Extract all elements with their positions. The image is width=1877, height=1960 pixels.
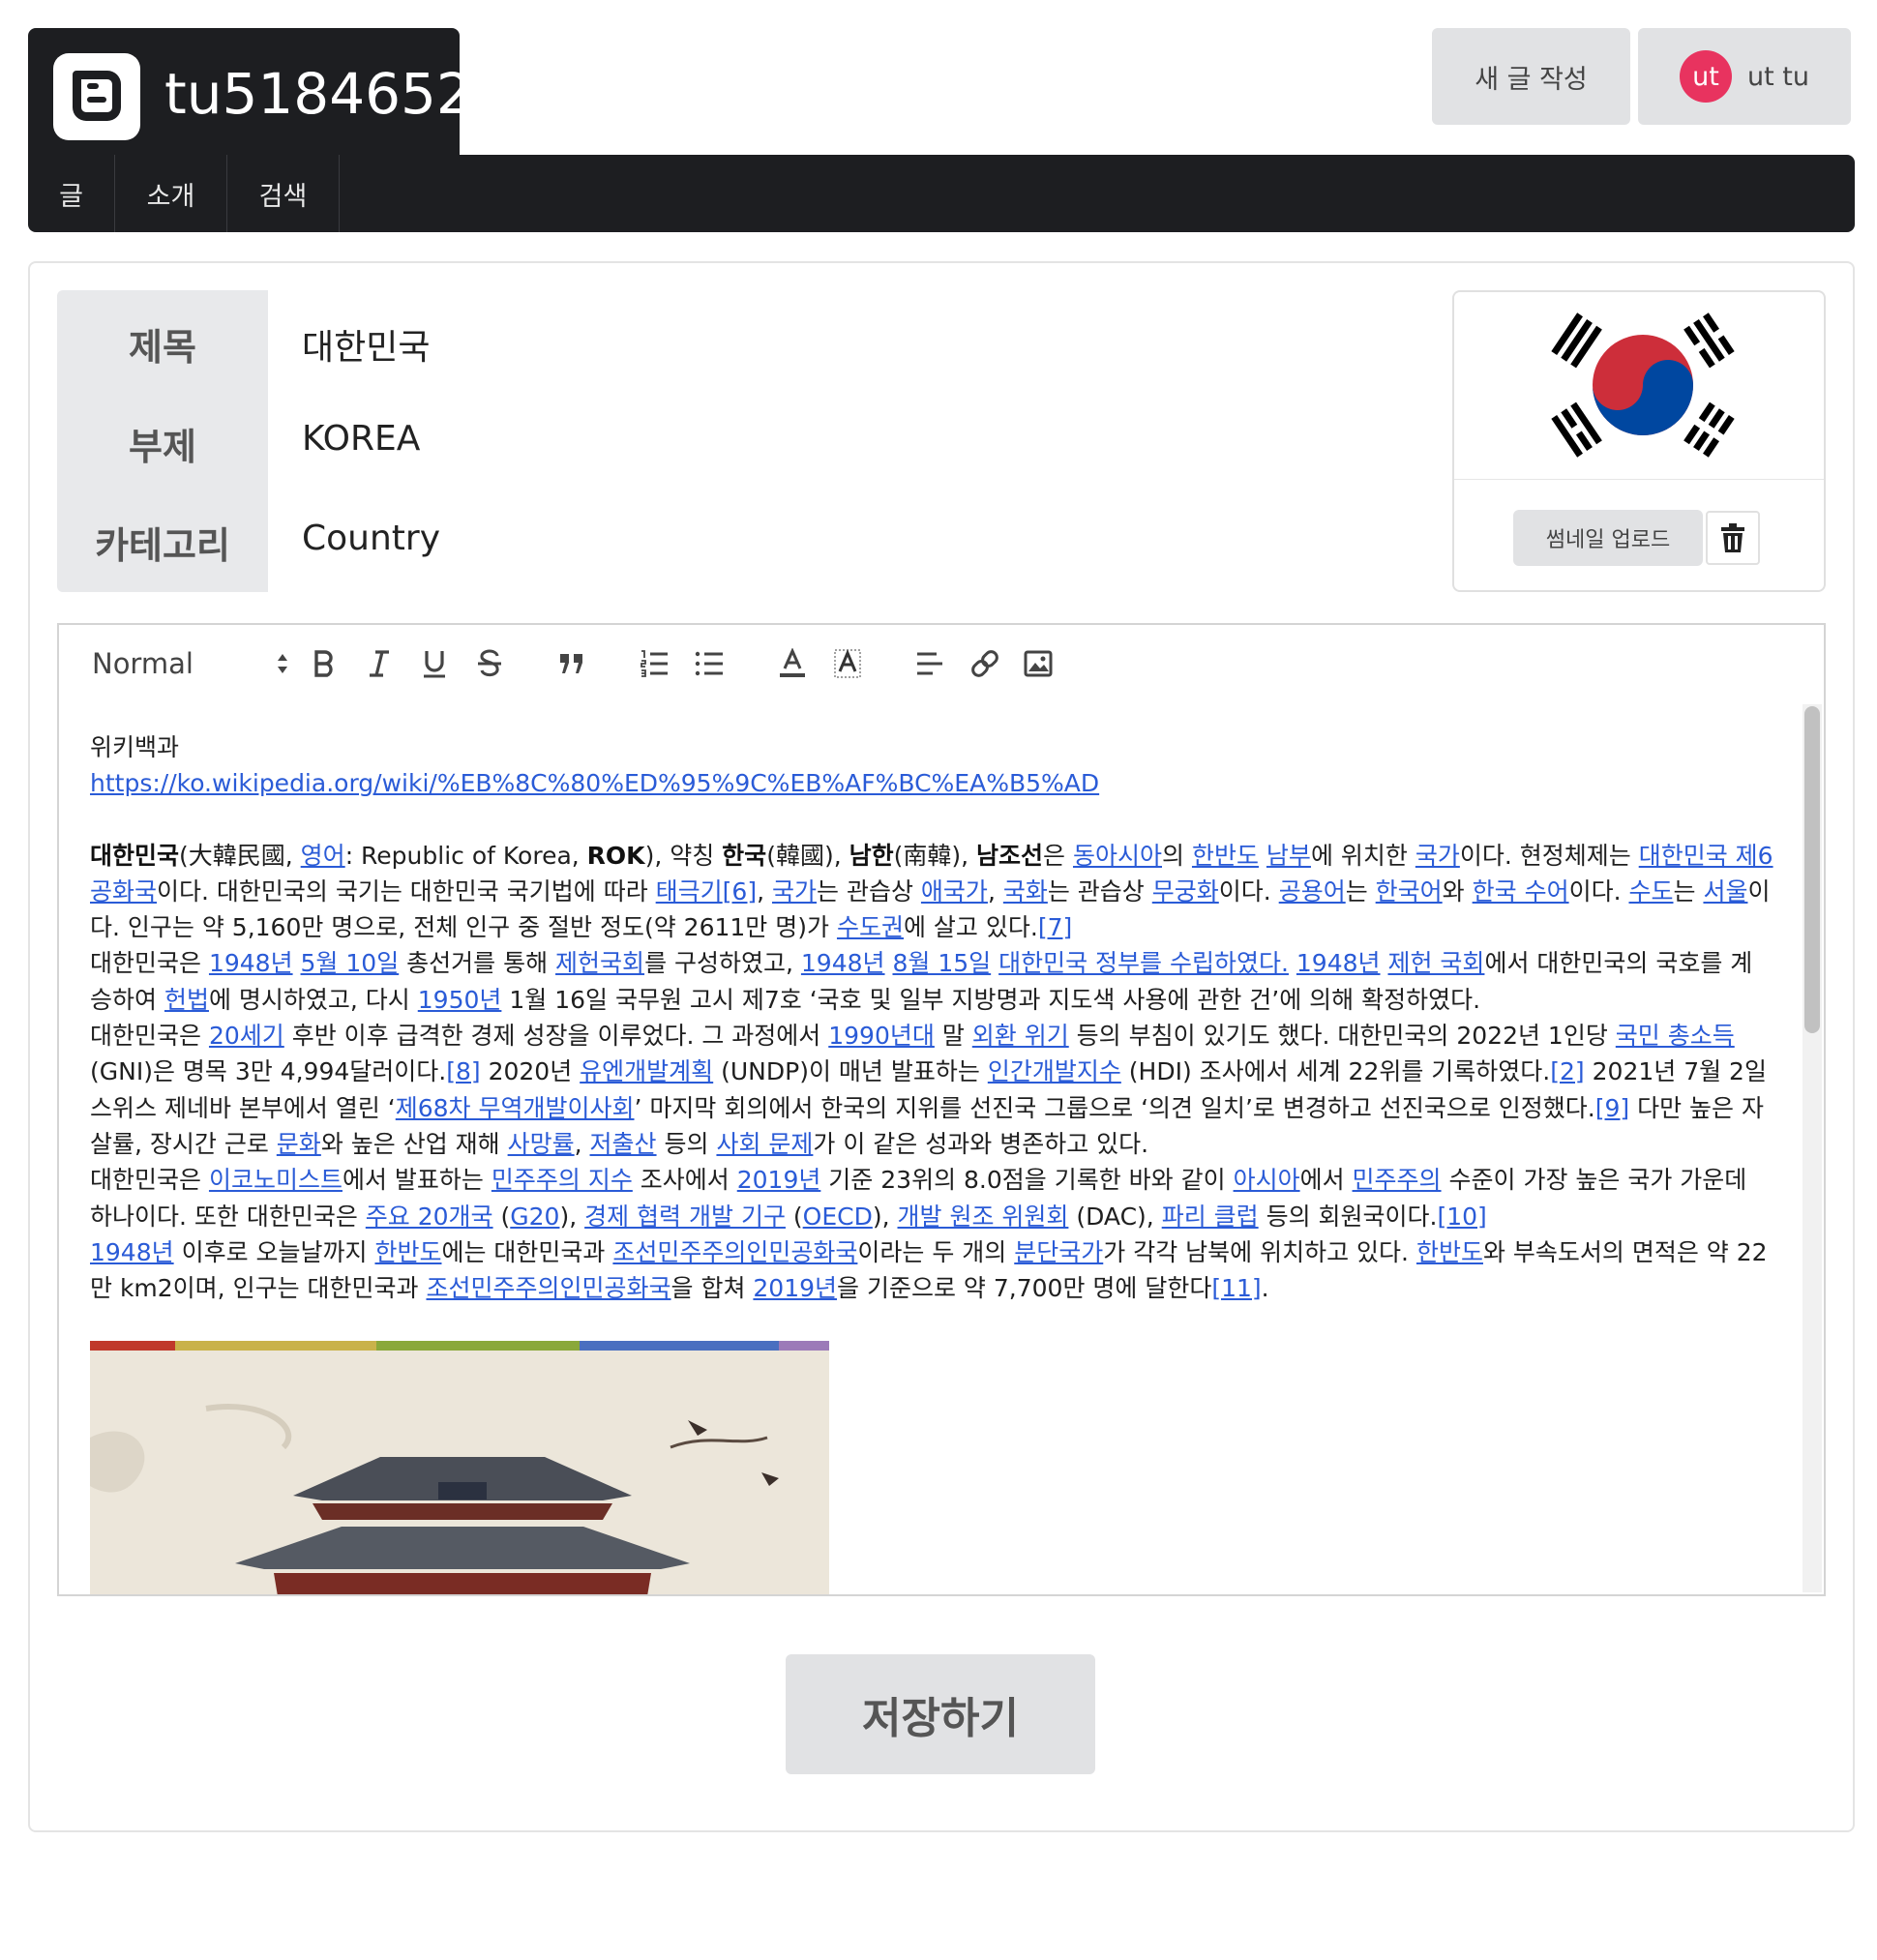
article-paragraph: 대한민국은 이코노미스트에서 발표하는 민주주의 지수 조사에서 2019년 기… <box>90 1166 1747 1231</box>
blog-title[interactable]: tu5184652 <box>164 55 472 133</box>
source-name: 위키백과 <box>90 733 180 761</box>
nav-item-posts[interactable]: 글 <box>28 155 115 232</box>
category-input[interactable]: Country <box>302 519 440 558</box>
article-paragraph: 대한민국은 20세기 후반 이후 급격한 경제 성장을 이루었다. 그 과정에서… <box>90 1022 1767 1158</box>
article-paragraph: 대한민국은 1948년 5월 10일 총선거를 통해 제헌국회를 구성하였고, … <box>90 949 1753 1014</box>
subtitle-input[interactable]: KOREA <box>302 419 420 459</box>
background-color-icon[interactable] <box>826 642 869 685</box>
main-nav: 글 소개 검색 <box>28 155 1855 232</box>
avatar: ut <box>1680 50 1732 103</box>
bold-icon[interactable] <box>303 642 345 685</box>
blockquote-icon[interactable] <box>551 642 593 685</box>
category-label: 카테고리 <box>95 524 230 567</box>
thumbnail-panel: 썸네일 업로드 <box>1452 290 1826 592</box>
source-link[interactable]: https://ko.wikipedia.org/wiki/%EB%8C%80%… <box>90 769 1099 797</box>
trash-icon[interactable] <box>1706 511 1760 565</box>
article-paragraph: 대한민국(大韓民國, 영어: Republic of Korea, ROK), … <box>90 841 1773 942</box>
editor-toolbar: Normal <box>57 623 1826 704</box>
align-left-icon[interactable] <box>909 642 951 685</box>
save-button[interactable]: 저장하기 <box>786 1654 1095 1774</box>
editor-scrollbar[interactable] <box>1803 704 1822 1592</box>
image-icon[interactable] <box>1017 642 1059 685</box>
article-paragraph: 1948년 이후로 오늘날까지 한반도에는 대한민국과 조선민주주의인민공화국이… <box>90 1237 1768 1303</box>
format-select-value: Normal <box>92 647 194 680</box>
select-arrows-icon <box>278 654 287 673</box>
thumbnail-image <box>1454 292 1824 480</box>
underline-icon[interactable] <box>413 642 456 685</box>
link-icon[interactable] <box>964 642 1006 685</box>
editor-content[interactable]: 위키백과 https://ko.wikipedia.org/wiki/%EB%8… <box>90 729 1773 1306</box>
thumbnail-upload-button[interactable]: 썸네일 업로드 <box>1513 510 1703 566</box>
format-select[interactable]: Normal <box>92 625 287 702</box>
user-name: ut tu <box>1747 61 1809 92</box>
text-color-icon[interactable] <box>771 642 814 685</box>
editor-body[interactable]: 위키백과 https://ko.wikipedia.org/wiki/%EB%8… <box>57 702 1826 1596</box>
embedded-image[interactable] <box>90 1341 829 1594</box>
subtitle-label: 부제 <box>129 426 196 468</box>
post-meta-labels: 제목 부제 카테고리 <box>57 290 268 592</box>
strikethrough-icon[interactable] <box>468 642 511 685</box>
title-label: 제목 <box>129 326 196 369</box>
new-post-button[interactable]: 새 글 작성 <box>1432 28 1630 125</box>
blog-brand[interactable]: tu5184652 <box>28 28 472 158</box>
title-input[interactable]: 대한민국 <box>302 319 430 370</box>
user-menu-button[interactable]: ut ut tu <box>1638 28 1851 125</box>
nav-item-search[interactable]: 검색 <box>227 155 340 232</box>
bullet-list-icon[interactable] <box>688 642 730 685</box>
ordered-list-icon[interactable] <box>633 642 675 685</box>
italic-icon[interactable] <box>358 642 401 685</box>
scrollbar-thumb[interactable] <box>1804 706 1820 1033</box>
blogger-logo-icon <box>53 53 140 140</box>
nav-item-about[interactable]: 소개 <box>115 155 227 232</box>
